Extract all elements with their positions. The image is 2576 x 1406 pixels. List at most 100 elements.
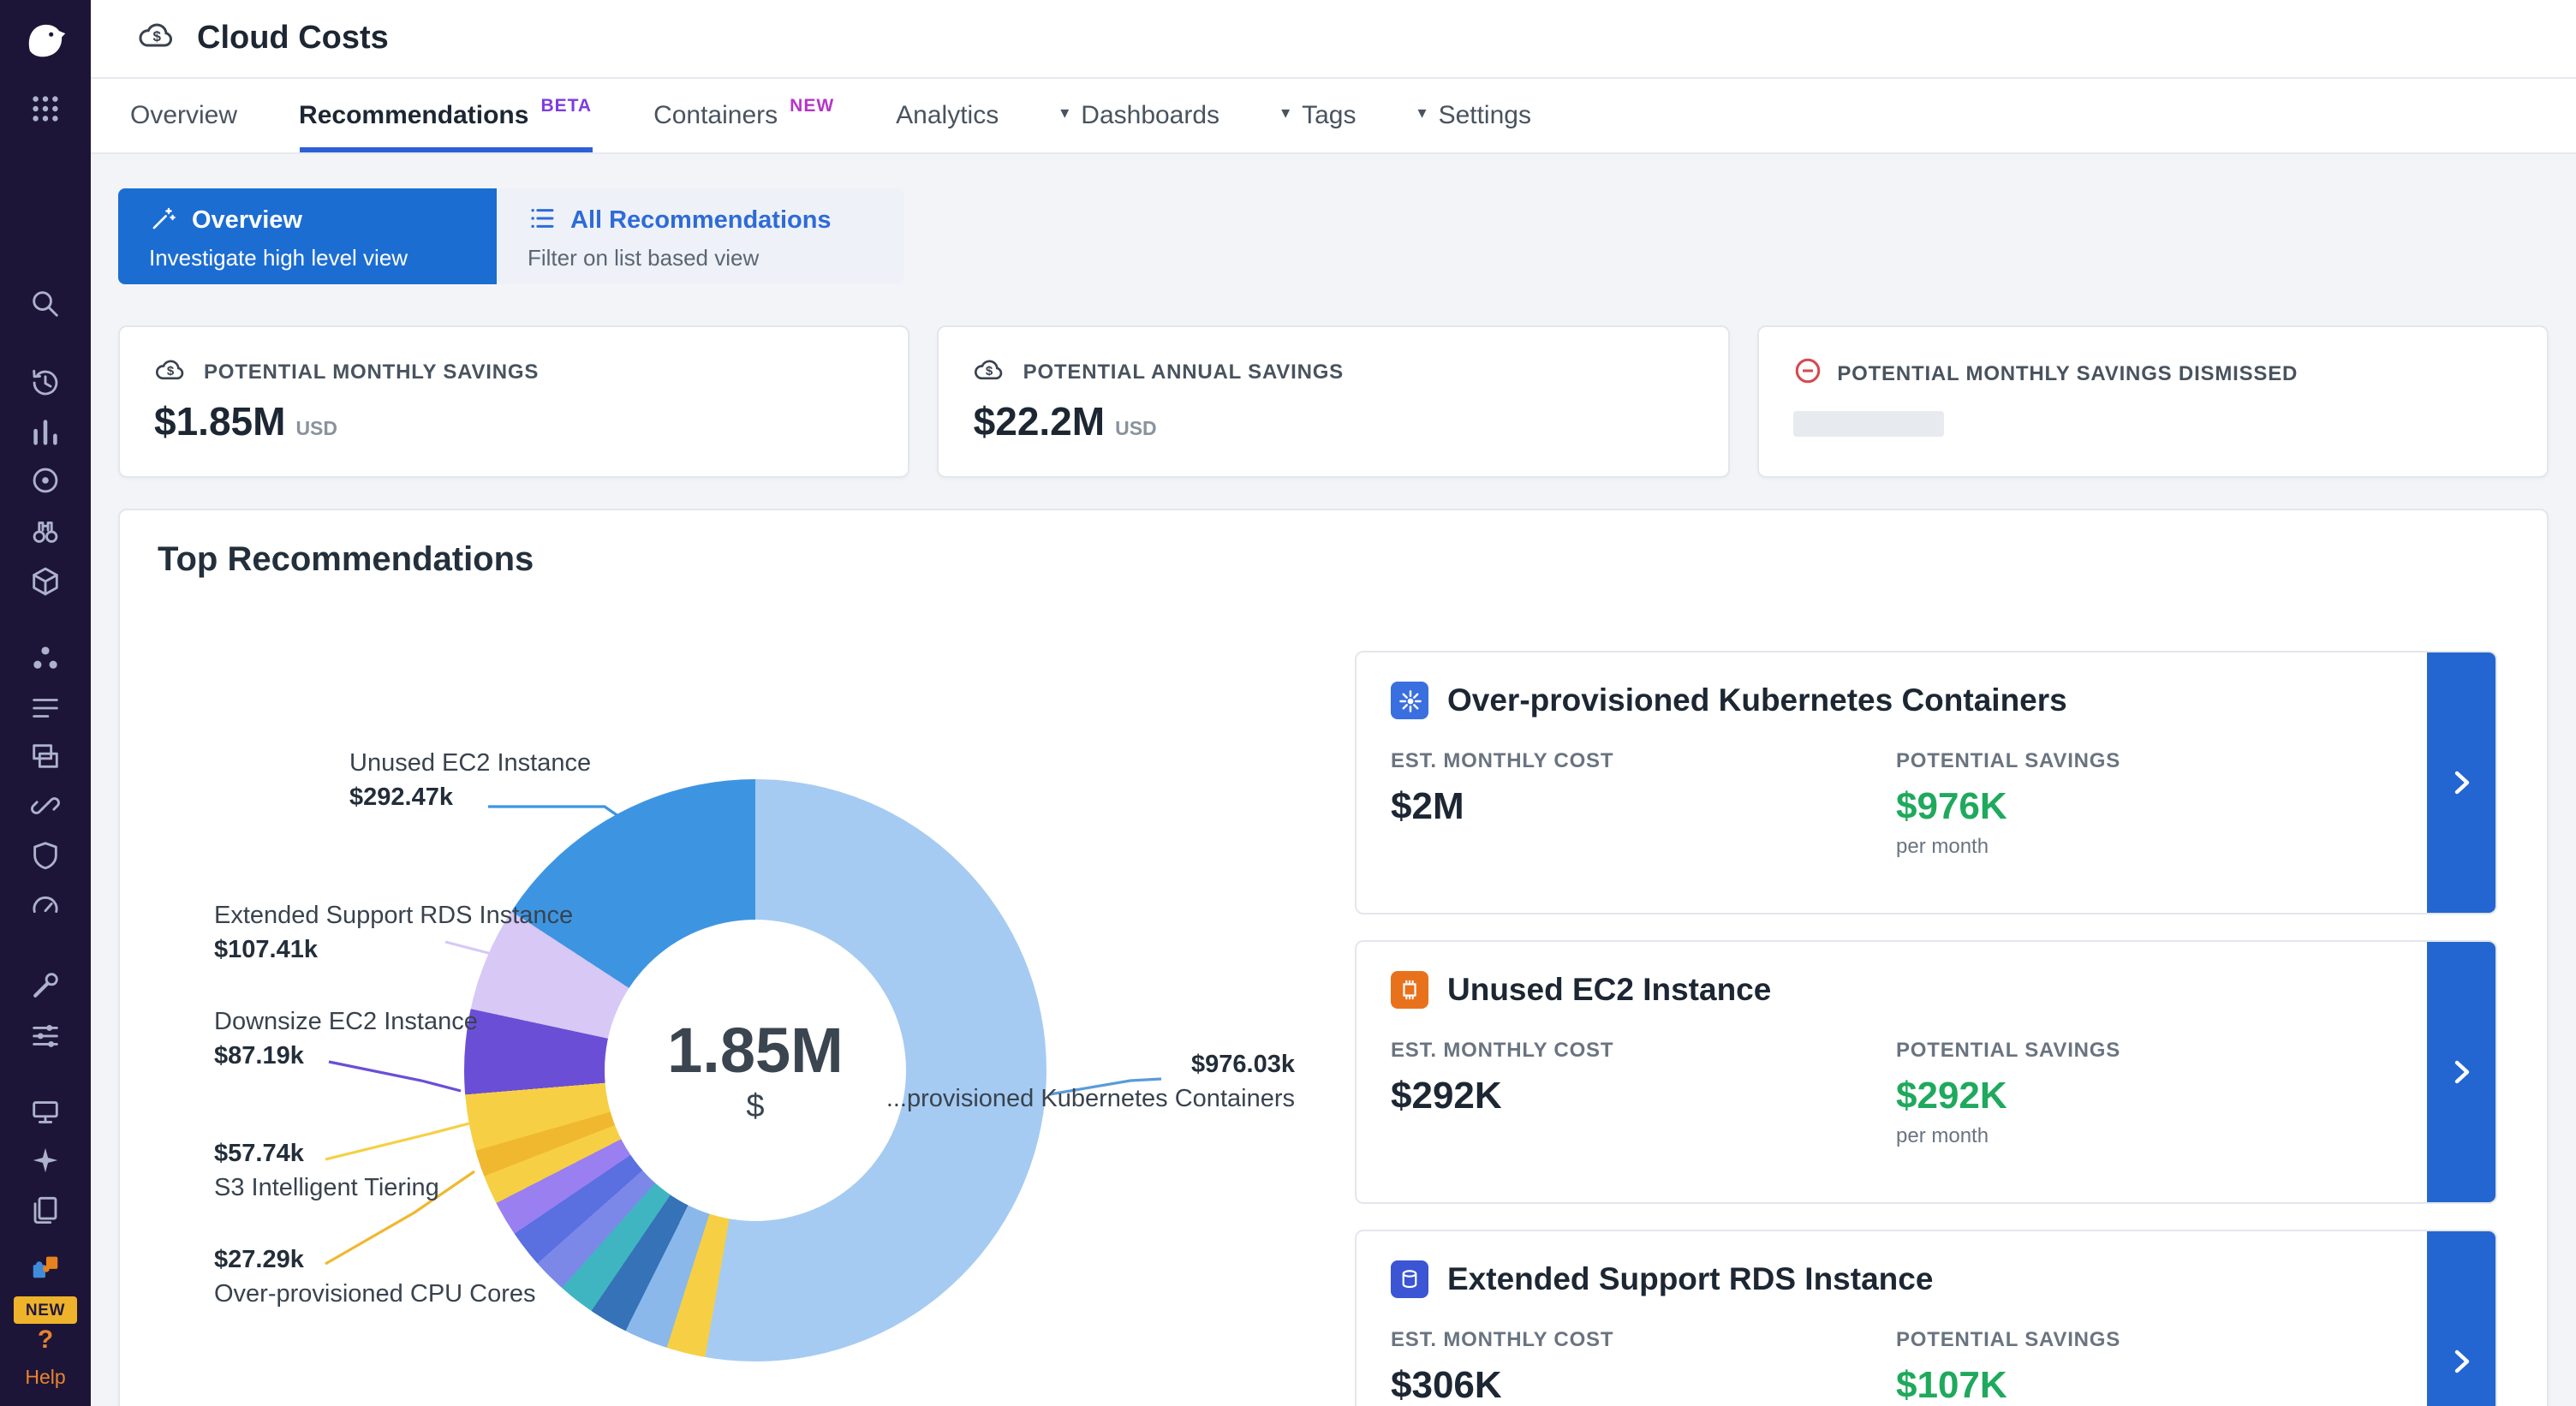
savings-label: POTENTIAL SAVINGS: [1896, 1327, 2120, 1351]
tab-settings[interactable]: ▾Settings: [1418, 79, 1531, 152]
tab-overview[interactable]: Overview: [130, 79, 237, 152]
open-recommendation-button[interactable]: [2427, 1231, 2496, 1406]
wrench-icon[interactable]: [29, 969, 62, 1002]
view-toggle: Overview Investigate high level view All…: [118, 188, 2549, 284]
help-icon[interactable]: ?: [0, 1326, 91, 1355]
callout-value: $292.47k: [349, 782, 591, 815]
bar-chart-icon[interactable]: [29, 416, 62, 449]
recommendation-card-kubernetes[interactable]: Over-provisioned Kubernetes Containers E…: [1355, 651, 2497, 914]
open-recommendation-button[interactable]: [2427, 942, 2496, 1202]
section-title: Top Recommendations: [158, 541, 534, 581]
open-recommendation-button[interactable]: [2427, 652, 2496, 913]
cost-label: EST. MONTHLY COST: [1391, 1038, 1896, 1062]
svg-text:$: $: [167, 364, 175, 378]
savings-label: POTENTIAL SAVINGS: [1896, 748, 2120, 772]
recommendation-title: Over-provisioned Kubernetes Containers: [1447, 682, 2067, 719]
stat-card-monthly-savings: $ POTENTIAL MONTHLY SAVINGS $1.85M USD: [118, 325, 910, 478]
gauge-icon[interactable]: [29, 889, 62, 921]
link-icon[interactable]: [29, 789, 62, 822]
cloud-dollar-icon: $: [137, 19, 178, 58]
callout-label: Extended Support RDS Instance: [214, 901, 573, 934]
summary-stats-row: $ POTENTIAL MONTHLY SAVINGS $1.85M USD $ PO…: [118, 325, 2549, 478]
stat-label: POTENTIAL ANNUAL SAVINGS: [1023, 360, 1344, 384]
list-icon[interactable]: [29, 692, 62, 724]
savings-value: $976K: [1896, 784, 2120, 829]
savings-value: $107K: [1896, 1363, 2120, 1406]
tab-recommendations[interactable]: RecommendationsBETA: [299, 79, 592, 152]
dismissed-icon: [1792, 356, 1822, 390]
chevron-right-icon: [2444, 1344, 2478, 1379]
svg-text:$: $: [986, 364, 993, 378]
sliders-icon[interactable]: [29, 1019, 62, 1052]
donut-center-value: 1.85M: [667, 1015, 844, 1087]
callout-label: Unused EC2 Instance: [349, 748, 591, 782]
savings-label: POTENTIAL SAVINGS: [1896, 1038, 2120, 1062]
pages-icon[interactable]: [29, 1194, 62, 1226]
cloud-dollar-icon: $: [974, 356, 1008, 387]
sparkle-icon[interactable]: [29, 1144, 62, 1177]
datadog-logo[interactable]: [19, 15, 72, 69]
tab-dashboards[interactable]: ▾Dashboards: [1060, 79, 1219, 152]
grid-icon[interactable]: [29, 92, 62, 125]
chevron-down-icon: ▾: [1060, 106, 1069, 123]
cost-value: $2M: [1391, 784, 1896, 829]
stat-card-annual-savings: $ POTENTIAL ANNUAL SAVINGS $22.2M USD: [938, 325, 1730, 478]
tab-analytics[interactable]: Analytics: [896, 79, 999, 152]
stat-unit: USD: [1115, 420, 1157, 440]
callout-downsize-ec2: Downsize EC2 Instance $87.19k: [214, 1007, 478, 1074]
stat-label: POTENTIAL MONTHLY SAVINGS DISMISSED: [1837, 361, 2298, 385]
callout-value: $976.03k: [886, 1050, 1295, 1083]
cluster-icon[interactable]: [29, 642, 62, 675]
binoculars-icon[interactable]: [29, 515, 62, 548]
stat-unit: USD: [295, 420, 337, 440]
search-icon[interactable]: [29, 288, 62, 320]
callout-value: $107.41k: [214, 934, 573, 968]
stat-value: $1.85M: [154, 399, 285, 445]
cloud-dollar-icon: $: [154, 356, 188, 387]
list-icon: [528, 203, 557, 239]
callout-s3: $57.74k S3 Intelligent Tiering: [214, 1139, 439, 1206]
stat-label: POTENTIAL MONTHLY SAVINGS: [204, 360, 539, 384]
overview-toggle-button[interactable]: Overview Investigate high level view: [118, 188, 497, 284]
recommendation-card-unused-ec2[interactable]: Unused EC2 Instance EST. MONTHLY COST $2…: [1355, 940, 2497, 1204]
callout-value: $57.74k: [214, 1139, 439, 1172]
content-area: Overview Investigate high level view All…: [91, 154, 2576, 1406]
cost-label: EST. MONTHLY COST: [1391, 748, 1896, 772]
recommendation-list: Over-provisioned Kubernetes Containers E…: [1355, 651, 2497, 1406]
cost-value: $306K: [1391, 1363, 1896, 1406]
windows-icon[interactable]: [29, 740, 62, 772]
all-recommendations-toggle-button[interactable]: All Recommendations Filter on list based…: [497, 188, 904, 284]
callout-label: Over-provisioned CPU Cores: [214, 1278, 536, 1312]
nav-tabs: Overview RecommendationsBETA ContainersN…: [91, 79, 2576, 154]
callout-rds: Extended Support RDS Instance $107.41k: [214, 901, 573, 968]
cube-icon[interactable]: [29, 565, 62, 598]
callout-cpu-cores: $27.29k Over-provisioned CPU Cores: [214, 1245, 536, 1312]
stat-value: $22.2M: [974, 399, 1105, 445]
tab-tags[interactable]: ▾Tags: [1281, 79, 1356, 152]
recommendation-title: Extended Support RDS Instance: [1447, 1260, 1933, 1298]
new-badge: NEW: [14, 1296, 77, 1324]
new-badge: NEW: [790, 96, 834, 116]
chevron-down-icon: ▾: [1418, 106, 1427, 123]
callout-label: S3 Intelligent Tiering: [214, 1172, 439, 1206]
callout-label: Downsize EC2 Instance: [214, 1007, 478, 1040]
recommendation-card-rds[interactable]: Extended Support RDS Instance EST. MONTH…: [1355, 1230, 2497, 1406]
chevron-down-icon: ▾: [1281, 106, 1290, 123]
savings-period: per month: [1896, 1123, 2120, 1147]
page-title: Cloud Costs: [197, 20, 389, 57]
svg-text:$: $: [152, 28, 161, 45]
savings-period: per month: [1896, 834, 2120, 858]
sidebar: NEW ? Help: [0, 0, 91, 1406]
puzzle-icon[interactable]: [29, 1250, 62, 1283]
beta-badge: BETA: [540, 96, 592, 116]
help-label[interactable]: Help: [0, 1368, 91, 1389]
donut-center: 1.85M $: [605, 920, 906, 1221]
clock-icon[interactable]: [29, 366, 62, 399]
donut-center-unit: $: [746, 1088, 764, 1126]
recommendation-title: Unused EC2 Instance: [1447, 971, 1771, 1009]
shield-icon[interactable]: [29, 839, 62, 872]
target-icon[interactable]: [29, 464, 62, 497]
server-icon[interactable]: [29, 1096, 62, 1129]
callout-value: $87.19k: [214, 1040, 478, 1074]
tab-containers[interactable]: ContainersNEW: [653, 79, 834, 152]
